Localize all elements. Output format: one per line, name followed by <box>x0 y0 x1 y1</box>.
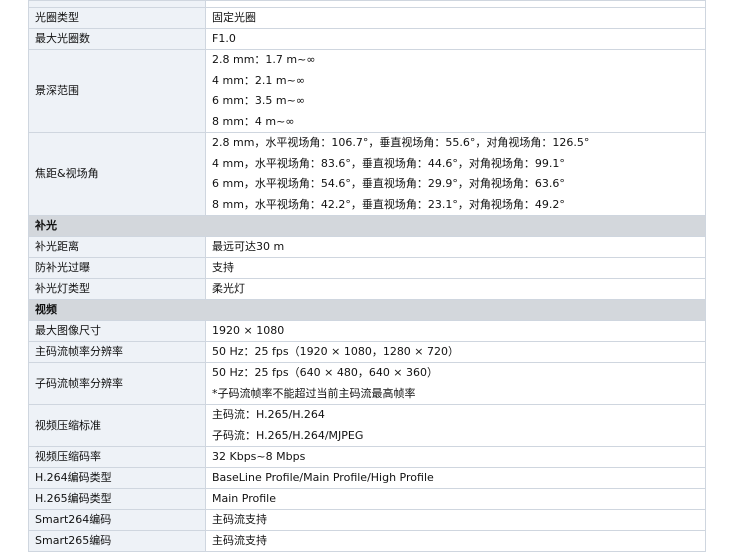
section-row: 补光 <box>28 215 706 237</box>
spec-value: 1920 × 1080 <box>205 320 706 342</box>
spec-value-line: 6 mm：3.5 m~∞ <box>212 94 306 107</box>
spec-key: 补光灯类型 <box>28 278 206 300</box>
table-row: 子码流帧率分辨率 50 Hz：25 fps（640 × 480，640 × 360… <box>28 362 706 405</box>
spec-key: Smart264编码 <box>28 509 206 531</box>
table-row: 防补光过曝 支持 <box>28 257 706 279</box>
table-row: 补光距离 最远可达30 m <box>28 236 706 258</box>
table-row: 焦距&视场角 2.8 mm，水平视场角：106.7°，垂直视场角：55.6°，对角… <box>28 132 706 216</box>
spec-value: 主码流支持 <box>205 530 706 552</box>
table-row: Smart264编码 主码流支持 <box>28 509 706 531</box>
spec-value-line: 2.8 mm：1.7 m~∞ <box>212 53 316 66</box>
spec-key: 光圈类型 <box>28 7 206 29</box>
table-row: 视频压缩码率 32 Kbps~8 Mbps <box>28 446 706 468</box>
spec-value: 固定光圈 <box>205 7 706 29</box>
spec-value: 50 Hz：25 fps（640 × 480，640 × 360） *子码流帧率不… <box>205 362 706 405</box>
table-top-strip <box>28 0 706 8</box>
spec-table: 光圈类型 固定光圈 最大光圈数 F1.0 景深范围 2.8 mm：1.7 m~∞ 4 mm：… <box>28 0 706 552</box>
table-row: H.264编码类型 BaseLine Profile/Main Profile/H… <box>28 467 706 489</box>
spec-value-line: 6 mm，水平视场角：54.6°，垂直视场角：29.9°，对角视场角：63.6° <box>212 177 565 190</box>
section-title: 补光 <box>28 215 706 237</box>
spec-value: 支持 <box>205 257 706 279</box>
spec-key: Smart265编码 <box>28 530 206 552</box>
spec-key: 子码流帧率分辨率 <box>28 362 206 405</box>
spec-value: Main Profile <box>205 488 706 510</box>
spec-key: 视频压缩标准 <box>28 404 206 447</box>
spec-key: H.265编码类型 <box>28 488 206 510</box>
spec-value-line: 子码流：H.265/H.264/MJPEG <box>212 428 364 442</box>
spec-value-line: 50 Hz：25 fps（640 × 480，640 × 360） <box>212 366 439 379</box>
spec-value: 主码流：H.265/H.264 子码流：H.265/H.264/MJPEG <box>205 404 706 447</box>
spec-value: 主码流支持 <box>205 509 706 531</box>
spec-value: BaseLine Profile/Main Profile/High Profi… <box>205 467 706 489</box>
table-row: Smart265编码 主码流支持 <box>28 530 706 552</box>
table-row: 最大光圈数 F1.0 <box>28 28 706 50</box>
spec-key: 补光距离 <box>28 236 206 258</box>
section-row: 视频 <box>28 299 706 321</box>
spec-value: 2.8 mm：1.7 m~∞ 4 mm：2.1 m~∞ 6 mm：3.5 m~∞ 8 … <box>205 49 706 133</box>
table-row: 景深范围 2.8 mm：1.7 m~∞ 4 mm：2.1 m~∞ 6 mm：3.5 m… <box>28 49 706 133</box>
table-row: 光圈类型 固定光圈 <box>28 7 706 29</box>
spec-table-body: 光圈类型 固定光圈 最大光圈数 F1.0 景深范围 2.8 mm：1.7 m~∞ 4 mm：… <box>28 0 706 552</box>
spec-key: H.264编码类型 <box>28 467 206 489</box>
spec-key: 最大光圈数 <box>28 28 206 50</box>
spec-value-line: 4 mm，水平视场角：83.6°，垂直视场角：44.6°，对角视场角：99.1° <box>212 156 565 170</box>
table-row: 主码流帧率分辨率 50 Hz：25 fps（1920 × 1080，1280 × … <box>28 341 706 363</box>
table-row: H.265编码类型 Main Profile <box>28 488 706 510</box>
spec-value: 最远可达30 m <box>205 236 706 258</box>
spec-value-line: *子码流帧率不能超过当前主码流最高帧率 <box>212 386 416 400</box>
spec-key: 视频压缩码率 <box>28 446 206 468</box>
spec-value-line: 4 mm：2.1 m~∞ <box>212 73 306 87</box>
spec-value: 50 Hz：25 fps（1920 × 1080，1280 × 720） <box>205 341 706 363</box>
spec-value: 柔光灯 <box>205 278 706 300</box>
spec-value: 2.8 mm，水平视场角：106.7°，垂直视场角：55.6°，对角视场角：12… <box>205 132 706 216</box>
spec-key: 景深范围 <box>28 49 206 133</box>
spec-value-line: 8 mm：4 m~∞ <box>212 114 295 128</box>
spec-value-line: 主码流：H.265/H.264 <box>212 408 325 421</box>
top-strip-val <box>205 0 706 8</box>
table-row: 最大图像尺寸 1920 × 1080 <box>28 320 706 342</box>
section-title: 视频 <box>28 299 706 321</box>
spec-value-line: 2.8 mm，水平视场角：106.7°，垂直视场角：55.6°，对角视场角：12… <box>212 136 590 149</box>
spec-key: 最大图像尺寸 <box>28 320 206 342</box>
table-row: 视频压缩标准 主码流：H.265/H.264 子码流：H.265/H.264/MJP… <box>28 404 706 447</box>
spec-key: 防补光过曝 <box>28 257 206 279</box>
spec-value-line: 8 mm，水平视场角：42.2°，垂直视场角：23.1°，对角视场角：49.2° <box>212 197 565 211</box>
spec-key: 主码流帧率分辨率 <box>28 341 206 363</box>
top-strip-key <box>28 0 206 8</box>
spec-key: 焦距&视场角 <box>28 132 206 216</box>
spec-value: F1.0 <box>205 28 706 50</box>
spec-value: 32 Kbps~8 Mbps <box>205 446 706 468</box>
table-row: 补光灯类型 柔光灯 <box>28 278 706 300</box>
